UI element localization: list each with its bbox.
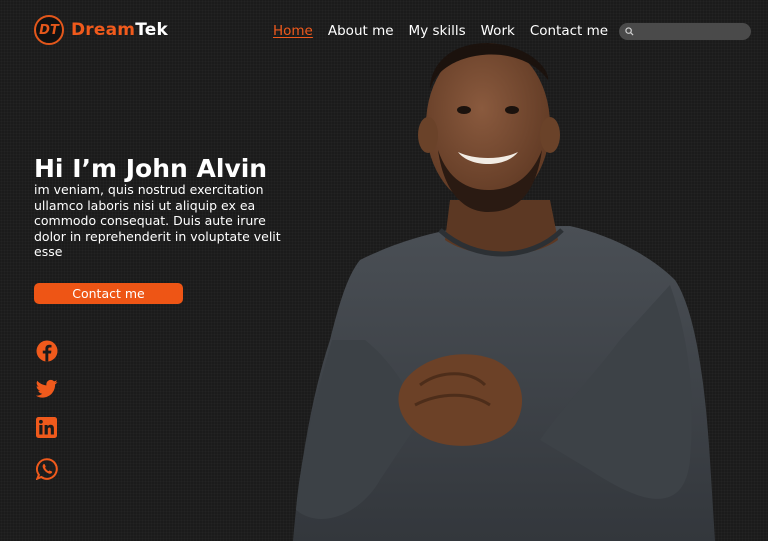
contact-me-button[interactable]: Contact me xyxy=(34,283,183,304)
brand-name: DreamTek xyxy=(71,20,168,40)
main-nav: Home About me My skills Work Contact me xyxy=(273,23,608,39)
nav-about-me[interactable]: About me xyxy=(328,23,394,39)
linkedin-icon[interactable] xyxy=(36,417,57,438)
search-bar[interactable] xyxy=(619,23,751,40)
profile-photo xyxy=(293,43,715,541)
facebook-icon[interactable] xyxy=(36,340,58,362)
brand-name-part2: Tek xyxy=(135,20,168,40)
nav-work[interactable]: Work xyxy=(481,23,515,39)
hero-description: im veniam, quis nostrud exercitation ull… xyxy=(34,182,281,259)
hero-title: Hi I’m John Alvin xyxy=(34,154,268,183)
nav-my-skills[interactable]: My skills xyxy=(409,23,466,39)
logo-mark: DT xyxy=(34,15,64,45)
twitter-icon[interactable] xyxy=(36,379,58,399)
nav-home[interactable]: Home xyxy=(273,23,313,39)
search-icon xyxy=(625,27,634,36)
nav-contact-me[interactable]: Contact me xyxy=(530,23,608,39)
search-input[interactable] xyxy=(639,23,744,40)
brand-name-part1: Dream xyxy=(71,20,136,40)
whatsapp-icon[interactable] xyxy=(36,458,58,480)
brand-logo[interactable]: DT DreamTek xyxy=(34,15,168,45)
